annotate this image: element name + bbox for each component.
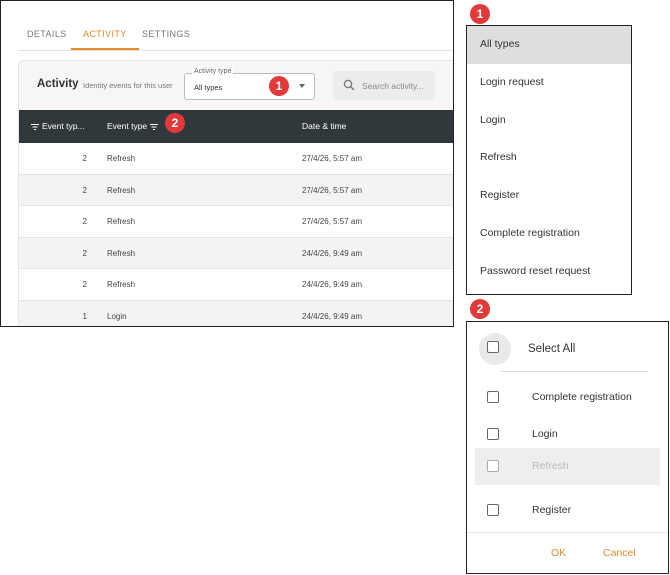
filter-option-label: Register	[532, 504, 572, 516]
callout-badge-1: 1	[269, 76, 289, 96]
search-icon	[343, 79, 355, 91]
column-header-date-time[interactable]: Date & time	[302, 121, 346, 131]
search-placeholder: Search activity...	[362, 81, 424, 91]
menu-item-label: Register	[480, 189, 520, 201]
tab-bar: DETAILS ACTIVITY SETTINGS	[18, 19, 453, 51]
filter-option-label: Refresh	[532, 460, 569, 472]
select-all-checkbox[interactable]	[479, 333, 511, 365]
checkbox-icon	[487, 341, 499, 353]
cell-count: 2	[82, 280, 87, 289]
column-header-label: Event typ...	[42, 121, 85, 131]
cell-count: 1	[82, 311, 87, 321]
table-row[interactable]: 2 Refresh 27/4/26, 5:57 am	[19, 206, 453, 238]
ok-button[interactable]: OK	[551, 547, 566, 559]
checkbox-icon[interactable]	[487, 391, 499, 403]
filter-icon[interactable]	[150, 123, 159, 130]
menu-item-login-request[interactable]: Login request	[467, 64, 631, 102]
user-activity-panel: DETAILS ACTIVITY SETTINGS Activity Ident…	[0, 0, 454, 327]
menu-item-label: Password reset request	[480, 265, 591, 277]
menu-item-label: Complete registration	[480, 227, 580, 239]
filter-option-refresh[interactable]: Refresh	[475, 448, 660, 485]
filter-option-complete-registration[interactable]: Complete registration	[475, 379, 660, 415]
cell-date-time: 27/4/26, 5:57 am	[302, 154, 363, 163]
cell-date-time: 27/4/26, 5:57 am	[302, 185, 363, 195]
cell-event-type: Refresh	[107, 248, 136, 258]
callout-badge-2: 2	[470, 299, 490, 319]
cell-count: 2	[82, 185, 87, 195]
divider	[500, 371, 648, 372]
table-row[interactable]: 2 Refresh 24/4/26, 9:49 am	[19, 269, 453, 301]
activity-title: Activity	[37, 78, 79, 90]
activity-type-menu: All types Login request Login Refresh Re…	[466, 25, 632, 295]
cancel-button[interactable]: Cancel	[603, 547, 636, 559]
activity-type-label: Activity type	[192, 68, 234, 75]
cell-date-time: 24/4/26, 9:49 am	[302, 280, 363, 289]
cell-date-time: 24/4/26, 9:49 am	[302, 248, 363, 258]
menu-item-register[interactable]: Register	[467, 177, 631, 215]
checkbox-icon[interactable]	[487, 504, 499, 516]
cell-event-type: Login	[107, 311, 127, 321]
activity-type-value: All types	[194, 83, 223, 92]
filter-icon	[31, 123, 39, 130]
column-header-event-count[interactable]: Event typ...	[31, 121, 85, 131]
table-row[interactable]: 2 Refresh 27/4/26, 5:57 am	[19, 174, 453, 206]
table-row[interactable]: 1 Login 24/4/26, 9:49 am	[19, 300, 453, 326]
column-header-label: Event type	[107, 121, 148, 131]
tab-details[interactable]: DETAILS	[27, 19, 67, 50]
callout-badge-2: 2	[165, 113, 185, 133]
activity-type-select[interactable]: Activity type All types	[184, 68, 315, 100]
cell-event-type: Refresh	[107, 217, 136, 226]
menu-item-label: Login	[480, 114, 506, 126]
callout-badge-1: 1	[470, 4, 490, 24]
activity-card: Activity Identity events for this user A…	[18, 60, 453, 326]
menu-item-all-types[interactable]: All types	[467, 26, 631, 64]
divider	[467, 532, 668, 533]
table-row[interactable]: 2 Refresh 27/4/26, 5:57 am	[19, 143, 453, 175]
checkbox-icon[interactable]	[487, 460, 499, 472]
menu-item-label: Login request	[480, 76, 544, 88]
chevron-down-icon	[299, 84, 305, 88]
menu-item-label: All types	[480, 38, 520, 50]
cell-date-time: 27/4/26, 5:57 am	[302, 217, 363, 226]
select-all-label: Select All	[528, 343, 576, 355]
checkbox-icon[interactable]	[487, 428, 499, 440]
tab-activity[interactable]: ACTIVITY	[71, 19, 139, 50]
cell-event-type: Refresh	[107, 185, 136, 195]
cell-count: 2	[82, 217, 87, 226]
menu-item-password-reset-request[interactable]: Password reset request	[467, 253, 631, 291]
tab-settings[interactable]: SETTINGS	[142, 19, 190, 50]
table-row[interactable]: 2 Refresh 24/4/26, 9:49 am	[19, 237, 453, 269]
cell-date-time: 24/4/26, 9:49 am	[302, 311, 363, 321]
table-body: 2 Refresh 27/4/26, 5:57 am 2 Refresh 27/…	[19, 143, 453, 326]
filter-option-register[interactable]: Register	[475, 492, 660, 528]
filter-option-login[interactable]: Login	[475, 416, 660, 452]
search-input[interactable]: Search activity...	[333, 71, 435, 100]
activity-subtitle: Identity events for this user	[83, 81, 173, 90]
menu-item-label: Refresh	[480, 151, 517, 163]
menu-item-complete-registration[interactable]: Complete registration	[467, 215, 631, 253]
menu-item-refresh[interactable]: Refresh	[467, 139, 631, 177]
cell-count: 2	[82, 154, 87, 163]
cell-count: 2	[82, 248, 87, 258]
filter-option-label: Complete registration	[532, 391, 632, 403]
cell-event-type: Refresh	[107, 280, 136, 289]
cell-event-type: Refresh	[107, 154, 136, 163]
menu-item-login[interactable]: Login	[467, 102, 631, 140]
event-type-filter-menu: Select All Complete registration Login R…	[466, 321, 669, 574]
filter-option-label: Login	[532, 428, 558, 440]
table-header: Event typ... Event type Date & time	[19, 110, 453, 143]
column-header-event-type[interactable]: Event type	[107, 121, 159, 131]
